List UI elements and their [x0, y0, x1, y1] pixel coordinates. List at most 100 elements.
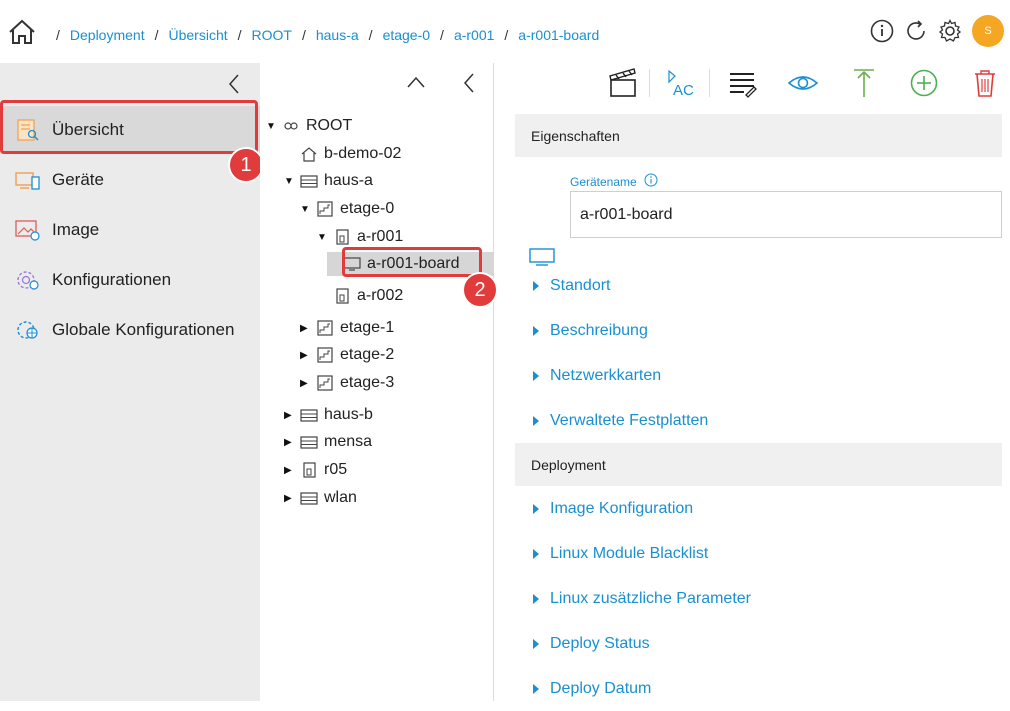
tree-node-etage-0[interactable]: ▼ etage-0 — [300, 197, 394, 221]
building-icon — [300, 175, 318, 188]
sidebar: Übersicht Geräte Image Konfigurationen G… — [0, 63, 264, 701]
info-icon[interactable] — [644, 173, 658, 187]
building-icon — [300, 436, 318, 449]
tree-node-mensa[interactable]: ▶ mensa — [284, 430, 372, 454]
eye-icon[interactable] — [787, 68, 819, 98]
tree-node-wlan[interactable]: ▶ wlan — [284, 486, 357, 510]
expand-linux-module-blacklist[interactable]: Linux Module Blacklist — [515, 531, 1002, 576]
svg-text:AC: AC — [673, 82, 694, 98]
tree-node-label: etage-0 — [340, 200, 395, 217]
upload-arrow-icon[interactable] — [848, 68, 880, 98]
add-icon[interactable] — [908, 68, 940, 98]
caret-right-icon[interactable]: ▶ — [284, 493, 296, 504]
caret-right-icon[interactable]: ▶ — [300, 323, 312, 334]
rename-icon[interactable]: AC — [666, 68, 698, 98]
info-icon[interactable] — [870, 19, 894, 43]
home-icon[interactable] — [8, 19, 36, 45]
caret-right-icon — [533, 503, 539, 514]
breadcrumb-item[interactable]: a-r001-board — [518, 27, 599, 43]
toolbar: AC — [494, 63, 1010, 103]
expand-deploy-status[interactable]: Deploy Status — [515, 621, 1002, 666]
geraetename-input[interactable]: a-r001-board — [570, 191, 1002, 238]
tree-node-a-r001[interactable]: ▼ a-r001 — [317, 225, 403, 249]
caret-down-icon[interactable]: ▼ — [317, 232, 329, 243]
highlight-box — [342, 247, 482, 277]
breadcrumb-item[interactable]: etage-0 — [383, 27, 430, 43]
refresh-icon[interactable] — [904, 19, 928, 43]
caret-down-icon[interactable]: ▼ — [266, 121, 278, 132]
expand-beschreibung[interactable]: Beschreibung — [515, 308, 1002, 353]
caret-right-icon — [533, 280, 539, 291]
breadcrumb-item[interactable]: haus-a — [316, 27, 359, 43]
tree-node-etage-3[interactable]: ▶ etage-3 — [300, 371, 394, 395]
house-icon — [301, 147, 317, 162]
caret-right-icon[interactable]: ▶ — [300, 350, 312, 361]
caret-down-icon[interactable]: ▼ — [300, 204, 312, 215]
tree-node-label: etage-3 — [340, 374, 395, 391]
list-edit-icon[interactable] — [726, 68, 758, 98]
avatar[interactable]: S — [972, 15, 1004, 47]
clapperboard-icon[interactable] — [608, 68, 640, 98]
sidebar-item-label: Geräte — [52, 170, 104, 189]
sidebar-item-label: Globale Konfigurationen — [52, 320, 235, 339]
trash-icon[interactable] — [969, 68, 1001, 98]
breadcrumb-item[interactable]: Deployment — [70, 27, 145, 43]
image-icon — [15, 220, 40, 241]
tree-node-haus-a[interactable]: ▼ haus-a — [284, 169, 373, 193]
sidebar-item-image[interactable]: Image — [0, 206, 260, 254]
caret-right-icon[interactable]: ▶ — [300, 378, 312, 389]
root-icon — [284, 122, 298, 130]
breadcrumb-item[interactable]: a-r001 — [454, 27, 494, 43]
expand-image-konfiguration[interactable]: Image Konfiguration — [515, 486, 1002, 531]
expand-netzwerkkarten[interactable]: Netzwerkkarten — [515, 353, 1002, 398]
chevron-up-icon[interactable] — [406, 75, 426, 89]
global-config-icon — [17, 321, 38, 339]
tree-node-label: a-r002 — [357, 287, 404, 304]
tree-node-root[interactable]: ▼ ROOT — [266, 114, 352, 138]
tree-node-label: etage-1 — [340, 319, 395, 336]
tree-node-label: haus-b — [324, 406, 373, 423]
expand-linux-parameter[interactable]: Linux zusätzliche Parameter — [515, 576, 1002, 621]
breadcrumb-item[interactable]: Übersicht — [168, 27, 227, 43]
building-icon — [300, 409, 318, 422]
top-bar: / Deployment / Übersicht / ROOT / haus-a… — [0, 0, 1010, 63]
caret-right-icon — [533, 683, 539, 694]
tree-node-label: a-r001 — [357, 228, 404, 245]
breadcrumb-item[interactable]: ROOT — [252, 27, 292, 43]
config-icon — [17, 271, 39, 290]
tree-node-b-demo-02[interactable]: b-demo-02 — [284, 142, 401, 166]
highlight-box — [0, 100, 258, 154]
caret-down-icon[interactable]: ▼ — [284, 176, 296, 187]
gear-icon[interactable] — [938, 19, 962, 43]
tree-node-label: haus-a — [324, 172, 373, 189]
devices-icon — [15, 172, 40, 190]
expand-standort[interactable]: Standort — [515, 263, 1002, 308]
details-panel: Eigenschaften Gerätename a-r001-board St… — [515, 114, 1002, 711]
tree-panel: ▼ ROOT b-demo-02 ▼ haus-a ▼ etage-0 ▼ a-… — [260, 63, 498, 701]
caret-right-icon — [533, 415, 539, 426]
floor-icon — [317, 201, 333, 217]
tree-node-etage-2[interactable]: ▶ etage-2 — [300, 343, 394, 367]
tree-node-label: ROOT — [306, 117, 353, 134]
building-icon — [300, 492, 318, 505]
chevron-left-icon[interactable] — [462, 72, 476, 94]
caret-right-icon — [533, 638, 539, 649]
section-deployment: Deployment — [515, 443, 1002, 486]
expand-deploy-datum[interactable]: Deploy Datum — [515, 666, 1002, 711]
sidebar-item-globale-konfigurationen[interactable]: Globale Konfigurationen — [0, 306, 260, 354]
floor-icon — [317, 375, 333, 391]
chevron-left-icon[interactable] — [226, 73, 242, 95]
tree-node-etage-1[interactable]: ▶ etage-1 — [300, 316, 394, 340]
caret-right-icon[interactable]: ▶ — [284, 437, 296, 448]
caret-right-icon[interactable]: ▶ — [284, 410, 296, 421]
tree-node-a-r002[interactable]: a-r002 — [317, 284, 403, 308]
tree-node-label: wlan — [324, 489, 357, 506]
tree-node-label: mensa — [324, 433, 373, 450]
sidebar-item-geraete[interactable]: Geräte — [0, 156, 260, 204]
sidebar-item-konfigurationen[interactable]: Konfigurationen — [0, 256, 260, 304]
caret-right-icon[interactable]: ▶ — [284, 465, 296, 476]
tree-node-label: b-demo-02 — [324, 145, 402, 162]
expand-verwaltete-festplatten[interactable]: Verwaltete Festplatten — [515, 398, 1002, 443]
tree-node-haus-b[interactable]: ▶ haus-b — [284, 403, 373, 427]
tree-node-r05[interactable]: ▶ r05 — [284, 458, 347, 482]
